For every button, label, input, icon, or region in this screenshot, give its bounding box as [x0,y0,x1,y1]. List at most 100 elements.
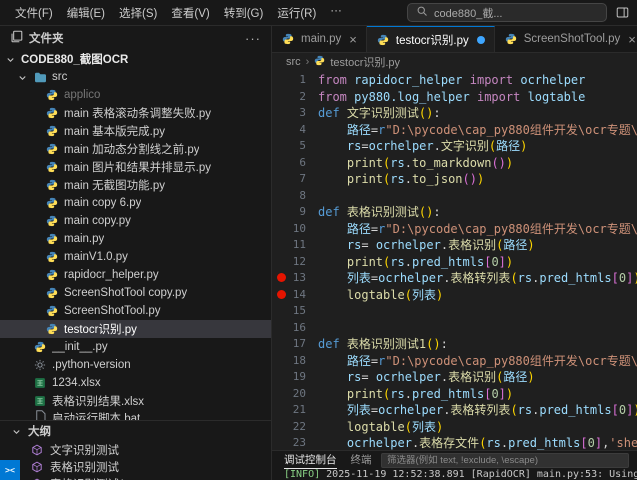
python-icon [45,233,59,245]
tab-label: main.py [301,33,342,45]
line-number: 2 [299,89,306,103]
more-actions-icon[interactable]: ··· [245,31,261,46]
python-icon [45,215,59,227]
tree-item-label: ScreenShotTool copy.py [64,287,188,299]
python-icon [45,143,59,155]
files-icon [10,30,23,46]
breakpoint-icon[interactable] [277,273,286,282]
breakpoint-icon[interactable] [277,289,286,299]
menu-item[interactable]: ··· [323,3,349,23]
code-line: 12 print(rs.pred_htmls[0]) [272,254,637,271]
console-filter-input[interactable] [381,452,629,468]
tree-item[interactable]: ScreenShotTool copy.py [0,284,271,302]
code-line-text: rs= ocrhelper.表格识别(路径) [346,238,535,252]
menu-item[interactable]: 编辑(E) [60,3,112,23]
editor-tab[interactable]: testocr识别.py [366,26,495,52]
tree-item[interactable]: main copy.py [0,212,271,230]
tree-item[interactable]: .python-version [0,356,271,374]
tree-item[interactable]: main 表格滚动条调整失败.py [0,104,271,122]
menu-item[interactable]: 转到(G) [217,3,271,23]
tree-item[interactable]: ScreenShotTool.py [0,302,271,320]
outline-header-label: 大纲 [28,426,51,438]
close-icon[interactable]: × [349,32,357,47]
menu-item[interactable]: 文件(F) [8,3,60,23]
line-number: 14 [292,287,306,301]
tree-item-label: 1234.xlsx [52,377,101,389]
tree-item-label: applico [64,89,101,101]
tree-item[interactable]: applico [0,86,271,104]
menu-item[interactable]: 运行(R) [270,3,323,23]
chevron-down-icon [10,426,22,437]
tree-item-label: rapidocr_helper.py [64,269,159,281]
python-icon [45,179,59,191]
outline-section-header[interactable]: 大纲 [0,420,271,441]
tree-item[interactable]: testocr识别.py [0,320,271,338]
code-line: 16 [272,320,637,337]
layout-icon[interactable] [610,6,634,19]
breadcrumb-item-file[interactable]: testocr识别.py [330,54,400,70]
code-line: 18 路径=r"D:\pycode\cap_py880组件开发\ocr专题\co… [272,353,637,370]
gutter: 12 [272,254,306,271]
code-line: 4 路径=r"D:\pycode\cap_py880组件开发\ocr专题\cod [272,122,637,139]
close-icon[interactable]: × [628,32,636,47]
tree-item[interactable]: 启动运行脚本.bat [0,410,271,420]
gutter: 6 [272,155,306,172]
tree-item[interactable]: mainV1.0.py [0,248,271,266]
code-line: 19 rs= ocrhelper.表格识别(路径) [272,369,637,386]
tree-item[interactable]: src [0,68,271,86]
code-line-text: logtable(列表) [346,419,444,434]
folders-section-header[interactable]: 文件夹 ··· [0,26,271,50]
tree-item[interactable]: CODE880_截图OCR [0,50,271,68]
tree-item-label: src [52,71,68,83]
editor-tab[interactable]: ScreenShotTool.py × [494,26,637,52]
python-icon [45,269,59,281]
line-number: 16 [292,320,306,334]
code-line-text: def 文字识别测试(): [318,106,441,120]
python-icon [504,33,518,45]
tree-item[interactable]: main.py [0,230,271,248]
tree-item-label: main 表格滚动条调整失败.py [64,108,211,120]
line-number: 20 [292,386,306,400]
breadcrumb-item-src[interactable]: src [286,56,301,68]
code-editor[interactable]: 1 from rapidocr_helper import ocrhelper 2 f… [272,71,637,450]
tree-item[interactable]: main copy 6.py [0,194,271,212]
code-line-text: logtable(列表) [346,287,444,302]
python-icon [45,197,59,209]
command-center-search[interactable]: code880_截... [407,3,607,22]
gutter: 22 [272,419,306,436]
menu-item[interactable]: 选择(S) [112,3,164,23]
outline-item[interactable]: 文字识别测试 [0,441,271,458]
outline-item[interactable]: 表格识别测试1 [0,475,271,480]
line-number: 5 [299,139,306,152]
tree-item[interactable]: main 无截图功能.py [0,176,271,194]
remote-indicator[interactable]: >< [0,460,20,480]
code-line: 7 print(rs.to_json()) [272,171,637,188]
gutter: 13 [272,270,306,287]
tree-item[interactable]: main 基本版完成.py [0,122,271,140]
editor-tab[interactable]: main.py × [272,26,367,52]
tree-item[interactable]: main 加动态分割线之前.py [0,140,271,158]
line-number: 12 [292,254,306,268]
tree-item[interactable]: rapidocr_helper.py [0,266,271,284]
tree-item[interactable]: main 图片和结果并排显示.py [0,158,271,176]
tab-bar: main.py × testocr识别.py ScreenShotTool.py × [272,26,637,53]
tree-item[interactable]: 表格识别结果.xlsx [0,392,271,410]
tree-item[interactable]: 1234.xlsx [0,374,271,392]
tree-item[interactable]: __init__.py [0,338,271,356]
panel-tab[interactable]: 终端 [351,452,372,469]
line-number: 3 [299,106,306,119]
gutter: 1 [272,72,306,89]
outline-item-label: 表格识别测试 [50,461,119,474]
tree-item-label: .python-version [52,359,131,371]
tab-label: ScreenShotTool.py [523,33,621,45]
gear-icon [33,359,47,371]
code-line: 17 def 表格识别测试1(): [272,336,637,353]
line-number: 18 [292,353,306,367]
outline-item[interactable]: 表格识别测试 [0,458,271,475]
code-line-text: print(rs.to_markdown()) [346,155,514,170]
menu-item[interactable]: 查看(V) [164,3,216,23]
panel-tab[interactable]: 调试控制台 [284,452,337,469]
menu-bar: 文件(F) 编辑(E) 选择(S) 查看(V) 转到(G) 运行(R) ··· [0,3,349,23]
code-line: 22 logtable(列表) [272,419,637,436]
tree-item-label: main copy.py [64,215,131,227]
